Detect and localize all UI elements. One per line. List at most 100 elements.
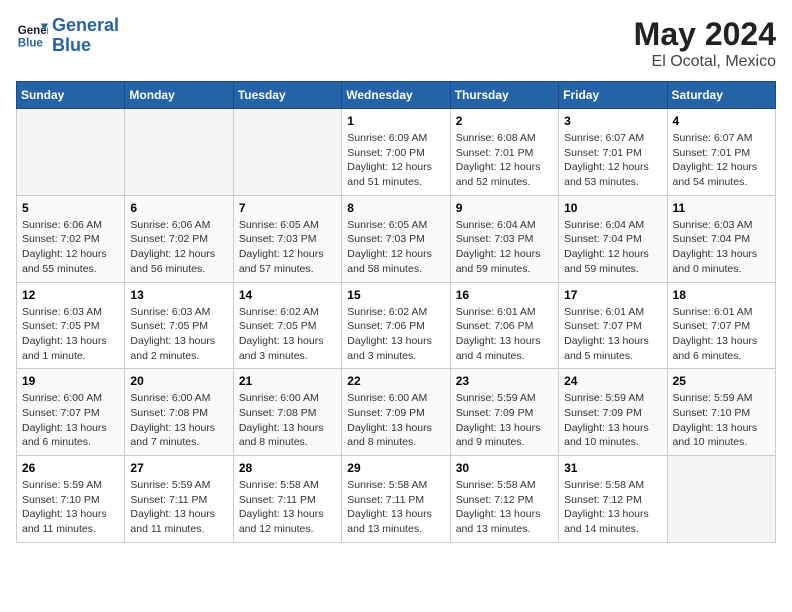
day-cell	[125, 109, 233, 196]
day-number: 29	[347, 461, 444, 475]
daylight-text: Daylight: 13 hours and 2 minutes.	[130, 334, 227, 363]
day-number: 24	[564, 374, 661, 388]
sunrise-text: Sunrise: 6:01 AM	[673, 305, 770, 320]
day-cell	[17, 109, 125, 196]
day-number: 25	[673, 374, 770, 388]
day-number: 16	[456, 288, 553, 302]
sunrise-text: Sunrise: 5:59 AM	[22, 478, 119, 493]
sunset-text: Sunset: 7:08 PM	[130, 406, 227, 421]
day-info: Sunrise: 6:02 AMSunset: 7:06 PMDaylight:…	[347, 305, 444, 364]
weekday-header-thursday: Thursday	[450, 82, 558, 109]
day-cell: 23 Sunrise: 5:59 AMSunset: 7:09 PMDayligh…	[450, 369, 558, 456]
day-number: 13	[130, 288, 227, 302]
daylight-text: Daylight: 13 hours and 3 minutes.	[347, 334, 444, 363]
day-cell: 13 Sunrise: 6:03 AMSunset: 7:05 PMDayligh…	[125, 282, 233, 369]
day-cell	[667, 456, 775, 543]
day-number: 3	[564, 114, 661, 128]
day-cell: 27 Sunrise: 5:59 AMSunset: 7:11 PMDayligh…	[125, 456, 233, 543]
day-info: Sunrise: 6:00 AMSunset: 7:09 PMDaylight:…	[347, 391, 444, 450]
logo-text: General Blue	[52, 16, 119, 56]
day-info: Sunrise: 6:07 AMSunset: 7:01 PMDaylight:…	[564, 131, 661, 190]
daylight-text: Daylight: 13 hours and 8 minutes.	[347, 421, 444, 450]
sunrise-text: Sunrise: 5:58 AM	[456, 478, 553, 493]
day-cell: 16Sunrise: 6:01 AMSunset: 7:06 PMDayligh…	[450, 282, 558, 369]
daylight-text: Daylight: 13 hours and 7 minutes.	[130, 421, 227, 450]
day-cell: 21 Sunrise: 6:00 AMSunset: 7:08 PMDayligh…	[233, 369, 341, 456]
weekday-header-tuesday: Tuesday	[233, 82, 341, 109]
day-info: Sunrise: 5:59 AMSunset: 7:09 PMDaylight:…	[564, 391, 661, 450]
day-info: Sunrise: 6:04 AMSunset: 7:04 PMDaylight:…	[564, 218, 661, 277]
day-cell: 29Sunrise: 5:58 AMSunset: 7:11 PMDayligh…	[342, 456, 450, 543]
daylight-text: Daylight: 12 hours and 52 minutes.	[456, 160, 553, 189]
day-info: Sunrise: 6:06 AMSunset: 7:02 PMDaylight:…	[130, 218, 227, 277]
sunrise-text: Sunrise: 6:06 AM	[130, 218, 227, 233]
day-info: Sunrise: 5:59 AMSunset: 7:11 PMDaylight:…	[130, 478, 227, 537]
day-number: 14	[239, 288, 336, 302]
weekday-header-friday: Friday	[559, 82, 667, 109]
day-info: Sunrise: 6:06 AMSunset: 7:02 PMDaylight:…	[22, 218, 119, 277]
sunset-text: Sunset: 7:02 PM	[22, 232, 119, 247]
day-cell: 2Sunrise: 6:08 AMSunset: 7:01 PMDaylight…	[450, 109, 558, 196]
sunset-text: Sunset: 7:01 PM	[456, 146, 553, 161]
day-info: Sunrise: 5:59 AMSunset: 7:10 PMDaylight:…	[673, 391, 770, 450]
day-number: 22	[347, 374, 444, 388]
weekday-header-row: SundayMondayTuesdayWednesdayThursdayFrid…	[17, 82, 776, 109]
sunset-text: Sunset: 7:11 PM	[239, 493, 336, 508]
week-row-4: 19Sunrise: 6:00 AMSunset: 7:07 PMDayligh…	[17, 369, 776, 456]
sunset-text: Sunset: 7:05 PM	[239, 319, 336, 334]
day-cell: 30Sunrise: 5:58 AMSunset: 7:12 PMDayligh…	[450, 456, 558, 543]
location: El Ocotal, Mexico	[634, 53, 776, 71]
day-number: 21	[239, 374, 336, 388]
day-number: 31	[564, 461, 661, 475]
sunset-text: Sunset: 7:04 PM	[673, 232, 770, 247]
sunrise-text: Sunrise: 5:59 AM	[456, 391, 553, 406]
day-cell: 1Sunrise: 6:09 AMSunset: 7:00 PMDaylight…	[342, 109, 450, 196]
daylight-text: Daylight: 12 hours and 51 minutes.	[347, 160, 444, 189]
day-number: 20	[130, 374, 227, 388]
day-number: 5	[22, 201, 119, 215]
day-info: Sunrise: 5:58 AMSunset: 7:12 PMDaylight:…	[564, 478, 661, 537]
day-cell: 18Sunrise: 6:01 AMSunset: 7:07 PMDayligh…	[667, 282, 775, 369]
day-number: 11	[673, 201, 770, 215]
week-row-2: 5Sunrise: 6:06 AMSunset: 7:02 PMDaylight…	[17, 195, 776, 282]
sunset-text: Sunset: 7:03 PM	[347, 232, 444, 247]
day-number: 27	[130, 461, 227, 475]
day-number: 9	[456, 201, 553, 215]
day-info: Sunrise: 6:03 AMSunset: 7:05 PMDaylight:…	[130, 305, 227, 364]
sunrise-text: Sunrise: 6:00 AM	[347, 391, 444, 406]
day-info: Sunrise: 6:00 AMSunset: 7:08 PMDaylight:…	[239, 391, 336, 450]
sunset-text: Sunset: 7:12 PM	[456, 493, 553, 508]
sunrise-text: Sunrise: 6:03 AM	[22, 305, 119, 320]
day-number: 12	[22, 288, 119, 302]
sunrise-text: Sunrise: 5:59 AM	[130, 478, 227, 493]
day-cell: 10Sunrise: 6:04 AMSunset: 7:04 PMDayligh…	[559, 195, 667, 282]
day-info: Sunrise: 6:04 AMSunset: 7:03 PMDaylight:…	[456, 218, 553, 277]
week-row-3: 12Sunrise: 6:03 AMSunset: 7:05 PMDayligh…	[17, 282, 776, 369]
day-cell	[233, 109, 341, 196]
day-info: Sunrise: 5:58 AMSunset: 7:12 PMDaylight:…	[456, 478, 553, 537]
daylight-text: Daylight: 12 hours and 58 minutes.	[347, 247, 444, 276]
sunset-text: Sunset: 7:01 PM	[673, 146, 770, 161]
sunset-text: Sunset: 7:05 PM	[130, 319, 227, 334]
sunrise-text: Sunrise: 6:02 AM	[239, 305, 336, 320]
day-number: 28	[239, 461, 336, 475]
sunrise-text: Sunrise: 5:58 AM	[347, 478, 444, 493]
daylight-text: Daylight: 13 hours and 10 minutes.	[564, 421, 661, 450]
day-number: 23	[456, 374, 553, 388]
day-cell: 14Sunrise: 6:02 AMSunset: 7:05 PMDayligh…	[233, 282, 341, 369]
daylight-text: Daylight: 12 hours and 53 minutes.	[564, 160, 661, 189]
sunset-text: Sunset: 7:10 PM	[673, 406, 770, 421]
day-cell: 26Sunrise: 5:59 AMSunset: 7:10 PMDayligh…	[17, 456, 125, 543]
day-cell: 31 Sunrise: 5:58 AMSunset: 7:12 PMDayligh…	[559, 456, 667, 543]
sunset-text: Sunset: 7:00 PM	[347, 146, 444, 161]
day-cell: 5 Sunrise: 6:06 AMSunset: 7:02 PMDaylight…	[17, 195, 125, 282]
day-info: Sunrise: 6:00 AMSunset: 7:08 PMDaylight:…	[130, 391, 227, 450]
sunset-text: Sunset: 7:11 PM	[347, 493, 444, 508]
daylight-text: Daylight: 13 hours and 1 minute.	[22, 334, 119, 363]
day-info: Sunrise: 5:59 AMSunset: 7:09 PMDaylight:…	[456, 391, 553, 450]
logo: General Blue General Blue	[16, 16, 119, 56]
day-info: Sunrise: 6:01 AMSunset: 7:07 PMDaylight:…	[564, 305, 661, 364]
daylight-text: Daylight: 13 hours and 11 minutes.	[22, 507, 119, 536]
day-number: 1	[347, 114, 444, 128]
daylight-text: Daylight: 13 hours and 8 minutes.	[239, 421, 336, 450]
